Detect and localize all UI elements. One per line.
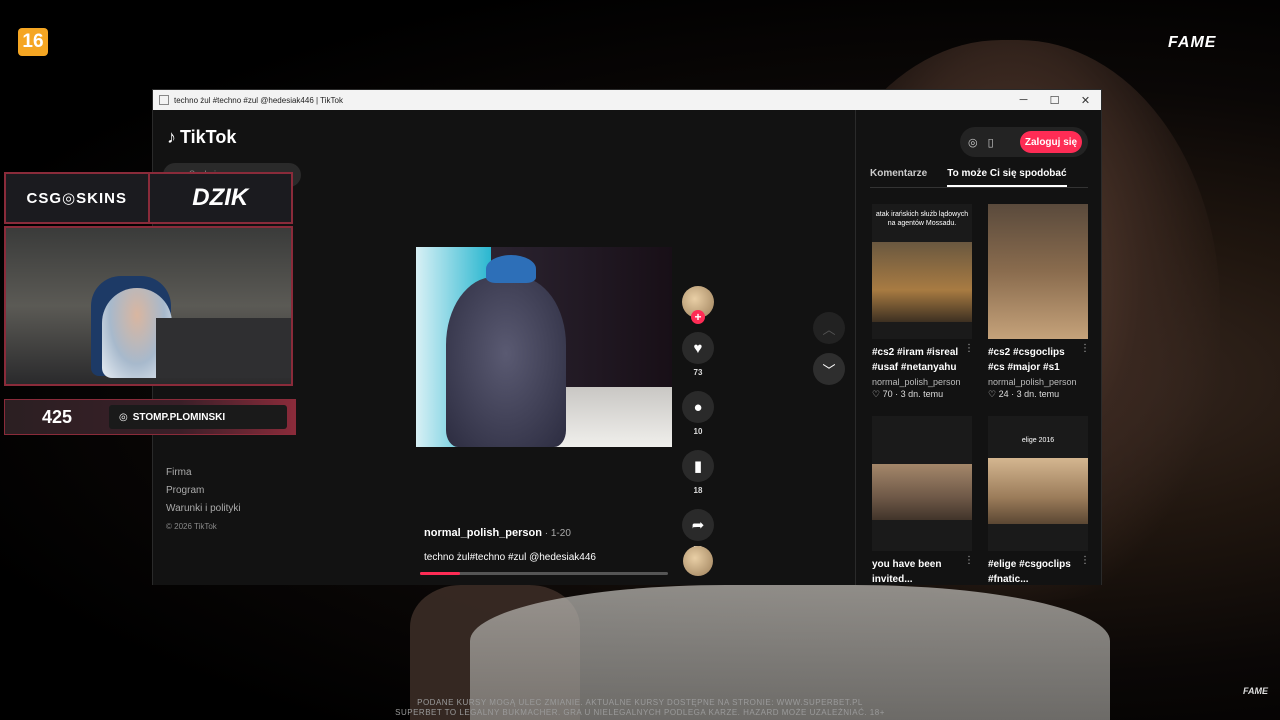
minimize-button[interactable]: ─ [1008, 94, 1039, 106]
video-thumbnail[interactable]: elige 2016 [988, 416, 1088, 551]
tiktok-note-icon: ♪ [167, 127, 176, 147]
action-bar: + ♥ 73 ● 10 ▮ 18 ➦ 73 [681, 286, 715, 554]
previous-video-button[interactable]: ︿ [813, 312, 845, 344]
recommended-video[interactable]: elige 2016 ⋮ #elige #csgoclips #fnatic..… [988, 416, 1098, 587]
footer-link-program[interactable]: Program [166, 482, 241, 500]
video-player[interactable] [416, 247, 672, 447]
stream-stat-bar: 425 ◎ STOMP.PLOMINSKI [4, 399, 296, 435]
dzik-logo: DZIK [192, 184, 249, 211]
stream-scene: 16 FAME FAME PODANE KURSY MOGĄ ULEC ZMIA… [0, 0, 1280, 720]
progress-fill [420, 572, 460, 575]
tiktok-page: ♪ TikTok Szukaj Firma Program Warunki i … [153, 110, 1101, 585]
follow-plus-icon[interactable]: + [691, 310, 705, 324]
tab-recommended[interactable]: To może Ci się spodobać [947, 166, 1067, 187]
instagram-handle-bar: ◎ STOMP.PLOMINSKI [109, 405, 287, 429]
panel-tabs: Komentarze To może Ci się spodobać [870, 166, 1088, 188]
share-icon: ➦ [691, 517, 705, 534]
author-avatar[interactable]: + [682, 286, 714, 324]
phone-icon[interactable]: ▯ [988, 136, 994, 149]
footer-link-company[interactable]: Firma [166, 464, 241, 482]
comment-icon: ● [693, 398, 703, 416]
video-description: techno żul#techno #zul @hedesiak446 [424, 552, 596, 563]
share-button[interactable]: ➦ [682, 509, 714, 541]
right-panel: ◎ ▯ Zaloguj się Komentarze To może Ci si… [855, 110, 1101, 585]
video-date: · 1-20 [541, 528, 571, 539]
age-rating-badge: 16 [18, 28, 48, 56]
recommended-video[interactable]: ⋮ #cs2 #csgoclips #cs #major #s1 normal_… [988, 204, 1098, 400]
tiktok-logo[interactable]: ♪ TikTok [167, 127, 236, 148]
video-thumbnail[interactable] [872, 416, 972, 551]
like-button[interactable]: ♥ [682, 332, 714, 364]
author-name: normal_polish_person [424, 527, 542, 539]
comment-button[interactable]: ● [682, 391, 714, 423]
fame-logo-small: FAME [1243, 686, 1269, 696]
maximize-button[interactable]: ☐ [1039, 94, 1070, 107]
stream-overlay: CSG◎SKINS DZIK [4, 172, 293, 386]
comment-count: 10 [693, 427, 703, 436]
favicon-icon [159, 95, 169, 105]
next-video-button[interactable]: ﹀ [813, 353, 845, 385]
video-author[interactable]: normal_polish_person · 1-20 [424, 527, 571, 539]
betting-disclaimer: PODANE KURSY MOGĄ ULEC ZMIANIE. AKTUALNE… [395, 698, 885, 717]
like-count: 73 [693, 368, 703, 377]
close-button[interactable]: ✕ [1070, 94, 1101, 107]
save-button[interactable]: ▮ [682, 450, 714, 482]
more-options-icon[interactable]: ⋮ [964, 555, 974, 566]
bookmark-icon: ▮ [693, 458, 703, 475]
window-title: techno żul #techno #zul @hedesiak446 | T… [174, 95, 343, 105]
video-thumbnail[interactable]: atak irańskich służb lądowych na agentów… [872, 204, 972, 339]
video-subject [446, 277, 566, 447]
video-progress-bar[interactable] [420, 572, 668, 575]
save-count: 18 [693, 486, 703, 495]
more-options-icon[interactable]: ⋮ [1080, 343, 1090, 354]
sponsor-banner: CSG◎SKINS DZIK [4, 172, 293, 224]
window-titlebar: techno żul #techno #zul @hedesiak446 | T… [153, 90, 1101, 110]
footer-links: Firma Program Warunki i polityki © 2026 … [166, 464, 241, 536]
more-options-icon[interactable]: ⋮ [1080, 555, 1090, 566]
chevron-down-icon: ﹀ [822, 362, 836, 378]
recommended-video[interactable]: atak irańskich służb lądowych na agentów… [872, 204, 982, 400]
viewer-counter: 425 [41, 406, 73, 427]
compass-icon[interactable]: ◎ [968, 136, 978, 149]
video-thumbnail[interactable] [988, 204, 1088, 339]
tab-comments[interactable]: Komentarze [870, 166, 927, 187]
browser-window: techno żul #techno #zul @hedesiak446 | T… [152, 89, 1102, 585]
music-disc-avatar[interactable] [683, 546, 713, 576]
login-button[interactable]: Zaloguj się [1020, 131, 1082, 153]
chevron-up-icon: ︿ [822, 321, 836, 337]
instagram-icon: ◎ [119, 411, 128, 423]
webcam-feed [4, 226, 293, 386]
more-options-icon[interactable]: ⋮ [964, 343, 974, 354]
heart-icon: ♥ [693, 339, 703, 357]
recommended-video[interactable]: ⋮ you have been invited... [872, 416, 982, 587]
csgoskins-logo: CSG◎SKINS [6, 174, 150, 222]
footer-link-terms[interactable]: Warunki i polityki [166, 500, 241, 518]
copyright: © 2026 TikTok [166, 522, 217, 531]
fame-logo: FAME [1168, 34, 1217, 51]
